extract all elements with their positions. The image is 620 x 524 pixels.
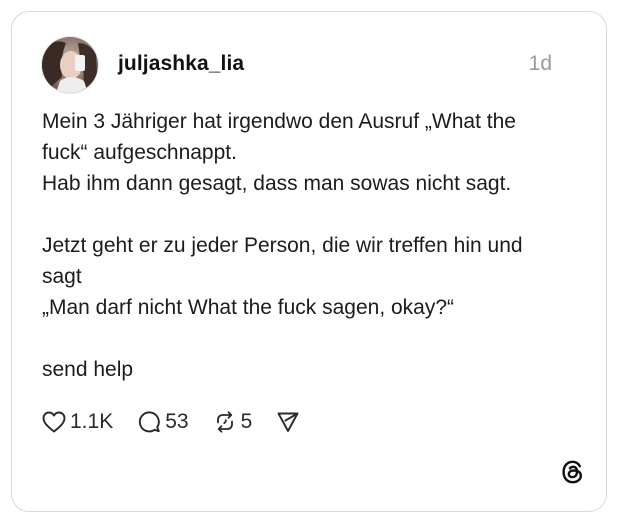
- post-body: Mein 3 Jähriger hat irgendwo den Ausruf …: [42, 106, 582, 385]
- like-button[interactable]: 1.1K: [42, 410, 113, 434]
- post-actions: 1.1K 53 5: [42, 408, 300, 436]
- comment-count: 53: [165, 410, 189, 433]
- post-line: Mein 3 Jähriger hat irgendwo den Ausruf …: [42, 110, 516, 133]
- repost-count: 5: [240, 410, 253, 433]
- comment-button[interactable]: 53: [137, 410, 189, 434]
- send-icon: [277, 412, 299, 432]
- post-line: Hab ihm dann gesagt, dass man sowas nich…: [42, 172, 512, 195]
- repost-button[interactable]: 5: [213, 410, 253, 434]
- post-line: Jetzt geht er zu jeder Person, die wir t…: [42, 234, 523, 257]
- post-card: juljashka_lia 1d Mein 3 Jähriger hat irg…: [11, 11, 607, 512]
- post-line-blank: [42, 323, 582, 354]
- avatar-image: [42, 37, 98, 93]
- comment-bubble-icon: [139, 411, 160, 433]
- post-line-blank: [42, 199, 582, 230]
- avatar[interactable]: [41, 36, 99, 94]
- threads-logo-icon[interactable]: [560, 459, 586, 485]
- heart-icon: [42, 411, 66, 433]
- post-line: fuck“ aufgeschnappt.: [42, 141, 237, 164]
- post-line: sagt: [42, 265, 82, 288]
- post-line: „Man darf nicht What the fuck sagen, oka…: [42, 296, 455, 319]
- like-count: 1.1K: [70, 410, 114, 433]
- share-button[interactable]: [276, 410, 300, 434]
- post-line: send help: [42, 358, 134, 381]
- username[interactable]: juljashka_lia: [118, 52, 244, 76]
- repost-icon: [216, 411, 233, 433]
- post-timestamp: 1d: [528, 52, 552, 75]
